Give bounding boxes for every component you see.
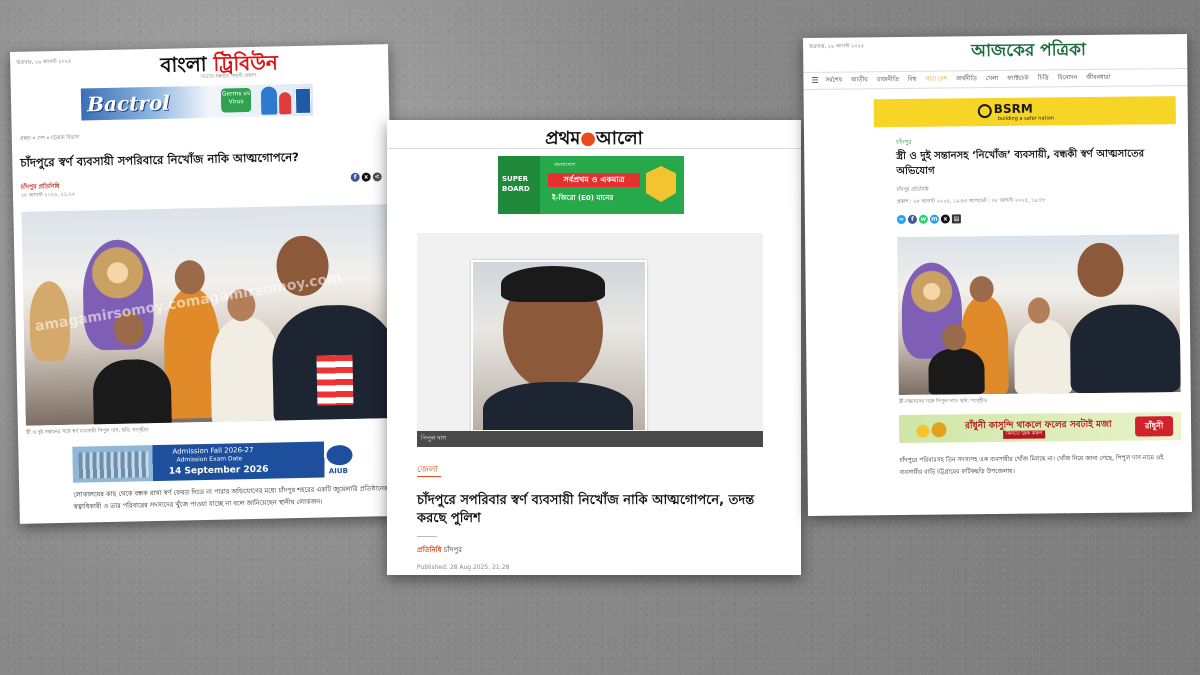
nav-item[interactable]: বিনোদন xyxy=(1058,70,1078,86)
bactrol-ad-banner[interactable]: Bactrol Germs vs Virus xyxy=(80,83,314,121)
striped-shirt xyxy=(316,354,354,406)
logo-sun-icon: ● xyxy=(580,128,596,149)
article-author[interactable]: চাঁদপুর প্রতিনিধি xyxy=(897,187,929,195)
bsrm-ad-banner[interactable]: BSRM building a safer nation xyxy=(873,96,1176,128)
main-nav: সর্বশেষ জাতীয় রাজনীতি বিশ্ব সারা দেশ অর্থনীত… xyxy=(803,67,1188,90)
portrait-photo xyxy=(471,260,647,432)
ad-line-3: 14 September 2026 xyxy=(168,464,269,477)
man-hair xyxy=(501,266,605,302)
x-icon[interactable]: x xyxy=(940,214,950,224)
nav-item[interactable]: সর্বশেষ xyxy=(825,73,842,89)
boy-head-front xyxy=(942,324,967,351)
logo-part-b: আলো xyxy=(595,128,643,149)
article-headline: স্ত্রী ও দুই সন্তানসহ ‘নিখোঁজ’ ব্যবসায়ী… xyxy=(896,148,1145,178)
bangla-tribune-clipping: শুক্রবার, ২৯ আগস্ট ২০২৫ বাংলা ট্রিবিউন স… xyxy=(10,44,398,524)
family-photo xyxy=(897,234,1181,396)
nav-item[interactable]: রাজনীতি xyxy=(877,72,899,88)
prothom-alo-clipping: প্রথম●আলো SUPER BOARD বাংলাদেশে সর্বপ্রথ… xyxy=(387,120,801,575)
ad-line-2: সর্বপ্রথম ও একমাত্র xyxy=(548,173,640,187)
ad-figure-adult xyxy=(260,86,278,115)
share-buttons: f x < xyxy=(350,172,382,182)
aiub-ad-banner[interactable]: Admission Fall 2026-27 Admission Exam Da… xyxy=(72,440,359,483)
nav-item[interactable]: ফ্যাক্টচেক xyxy=(1007,71,1029,87)
ad-line-3: ই-জিরো (E0) মানের xyxy=(552,194,614,202)
photo-caption: পিপুল দাস xyxy=(417,431,763,447)
share-buttons: ∞ f w m x ▤ xyxy=(896,214,961,225)
person-boy-black xyxy=(92,358,172,426)
photo-caption: স্ত্রী ও দুই সন্তানের সঙ্গে স্বর্ণ ব্যবস… xyxy=(25,427,149,436)
ad-brand: Bactrol xyxy=(86,90,171,117)
person-boy-black xyxy=(928,348,985,395)
ad-brand: BSRM xyxy=(993,101,1033,117)
whatsapp-icon[interactable]: w xyxy=(918,214,928,224)
ad-logo-text: AIUB xyxy=(328,467,348,476)
ad-line-1: বাংলাদেশে xyxy=(554,162,576,168)
nav-item[interactable]: বিশ্ব xyxy=(908,72,917,88)
ajker-patrika-clipping: শুক্রবার, ২৯ আগস্ট ২০২৫ আজকের পত্রিকা ☰ … xyxy=(803,33,1192,516)
nav-item[interactable]: জাতীয় xyxy=(851,72,868,88)
ad-badge-icon xyxy=(646,166,676,202)
date-text: শুক্রবার, ২৯ আগস্ট ২০২৫ xyxy=(809,43,865,50)
nav-item[interactable]: সারা দেশ xyxy=(925,71,947,87)
logo-accent: ট্রিবিউন xyxy=(213,50,279,76)
author-place: চাঁদপুর xyxy=(443,546,462,554)
person-woman xyxy=(1013,319,1073,394)
ad-buy-button[interactable]: কিনতে ক্লিক করুন xyxy=(1003,430,1046,439)
article-author[interactable]: চাঁদপুর প্রতিনিধি xyxy=(21,181,60,193)
article-headline: চাঁদপুরে সপরিবার স্বর্ণ ব্যবসায়ী নিখোঁজ… xyxy=(417,493,755,526)
aiub-seal-icon xyxy=(326,444,353,466)
published-date: Published: 28 Aug 2025, 21:28 xyxy=(417,564,510,571)
nav-item[interactable]: চিত্তি xyxy=(1038,70,1049,86)
facebook-icon[interactable]: f xyxy=(907,214,917,224)
prothom-alo-logo[interactable]: প্রথম●আলো xyxy=(387,124,801,155)
ad-product-image xyxy=(908,416,956,441)
nav-item[interactable]: খেলা xyxy=(986,71,999,87)
logo-part-a: প্রথম xyxy=(545,128,581,149)
section-underline xyxy=(417,476,441,477)
messenger-icon[interactable]: m xyxy=(929,214,939,224)
article-body: লোকালয়ের কাছ থেকে বন্ধক রাখা স্বর্ণ ফের… xyxy=(73,484,388,511)
ad-germs-badge: Germs vs Virus xyxy=(220,87,252,113)
section-label[interactable]: জেলা xyxy=(417,462,438,477)
ad-line-2: Admission Exam Date xyxy=(176,455,243,464)
ad-figure-child xyxy=(278,92,292,115)
author-divider xyxy=(417,536,437,537)
super-board-ad-banner[interactable]: SUPER BOARD বাংলাদেশে সর্বপ্রথম ও একমাত্… xyxy=(498,156,684,214)
x-icon[interactable]: x xyxy=(361,172,371,182)
nav-item[interactable]: জীবনধারা xyxy=(1086,70,1110,86)
breadcrumb[interactable]: প্রচ্ছদ » দেশ » চট্টগ্রাম বিভাগ xyxy=(20,135,79,144)
person-man xyxy=(1069,304,1181,394)
link-icon[interactable]: ∞ xyxy=(896,214,906,225)
ad-brand: SUPER BOARD xyxy=(498,156,540,214)
person-woman xyxy=(209,316,282,426)
author-label[interactable]: প্রতিনিধি xyxy=(417,546,442,554)
tagline: সত্যের সন্ধানে সাহসী প্রকাশ xyxy=(200,72,257,81)
man-shoulders xyxy=(483,382,633,430)
publish-info: প্রকাশ : ২৮ আগস্ট ২০২৫, ১৯:৪৫ আপডেট : ২৮… xyxy=(896,197,1046,206)
woman-head xyxy=(1027,297,1051,324)
article-author: প্রতিনিধি চাঁদপুর xyxy=(417,544,462,556)
radhuni-ad-banner[interactable]: রাঁধুনী কাসুন্দি থাকলে ফলের সবটাই মজা কি… xyxy=(898,412,1182,444)
facebook-icon[interactable]: f xyxy=(350,172,360,182)
article-date: ২৮ আগস্ট ২০২৫, ২১:২৫ xyxy=(20,191,76,199)
ad-product-pack xyxy=(294,87,312,115)
bsrm-logo-icon xyxy=(977,104,992,119)
family-photo: amagamirsomoy.comagamirsomoy.com xyxy=(21,204,398,426)
boy-head xyxy=(969,276,994,303)
ad-logo: রাঁধুনী xyxy=(1134,416,1174,437)
ad-slogan: building a safer nation xyxy=(997,115,1055,122)
section-label[interactable]: চাঁদপুর xyxy=(896,137,912,148)
header-divider xyxy=(387,148,801,149)
photo-caption: স্ত্রী-সন্তানদের সঙ্গে পিপুল দাস। ছবি: স… xyxy=(898,398,988,406)
ad-line-1: Admission Fall 2026-27 xyxy=(172,445,254,456)
article-headline: চাঁদপুরে স্বর্ণ ব্যবসায়ী সপরিবারে নিখোঁ… xyxy=(20,149,300,170)
ad-building-image xyxy=(78,451,149,479)
man-head xyxy=(1077,242,1124,298)
ajker-patrika-logo[interactable]: আজকের পত্রিকা xyxy=(971,37,1086,66)
nav-item[interactable]: অর্থনীতি xyxy=(956,71,977,87)
article-body: চাঁদপুরে পরিবারসহ তিন সদস্যসহ এক ব্যবসায… xyxy=(899,454,1164,477)
print-icon[interactable]: ▤ xyxy=(951,214,961,224)
date-text: শুক্রবার, ২৯ আগস্ট ২০২৫ xyxy=(16,58,72,66)
share-icon[interactable]: < xyxy=(372,172,382,182)
